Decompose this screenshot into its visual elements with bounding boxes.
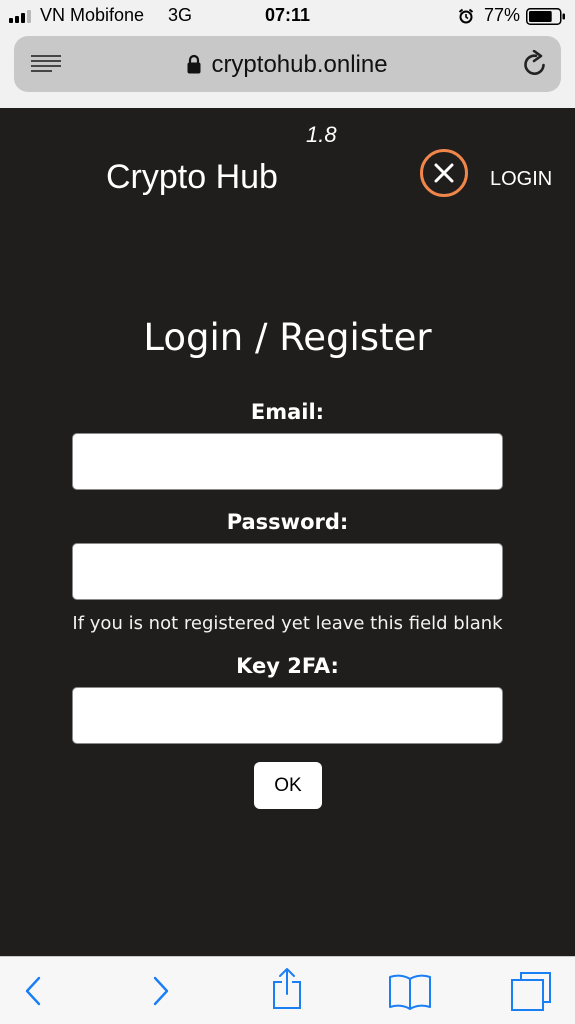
back-icon [25, 976, 41, 1006]
alarm-icon [458, 8, 474, 24]
ok-button[interactable]: OK [254, 762, 322, 809]
email-field[interactable] [72, 433, 503, 490]
tabs-button[interactable] [510, 971, 552, 1011]
password-field[interactable] [72, 543, 503, 600]
page-content: 1.8 Crypto Hub LOGIN Login / Register Em… [0, 108, 575, 956]
close-icon [434, 163, 454, 183]
email-label: Email: [250, 400, 325, 424]
browser-chrome: VN Mobifone 3G 07:11 77% cryptohub.onlin… [0, 0, 575, 108]
tabs-icon [511, 972, 551, 1011]
url-text: cryptohub.online [211, 51, 388, 78]
reload-icon[interactable] [522, 50, 548, 78]
url-display[interactable]: cryptohub.online [14, 51, 561, 79]
battery-icon [526, 8, 565, 25]
browser-toolbar [0, 956, 575, 1024]
share-button[interactable] [270, 967, 304, 1011]
back-button[interactable] [22, 971, 44, 1011]
battery-percent: 77% [484, 5, 521, 25]
password-hint: If you is not registered yet leave this … [72, 613, 503, 634]
form-title: Login / Register [143, 316, 432, 359]
login-nav-link[interactable]: LOGIN [490, 168, 552, 191]
key2fa-field[interactable] [72, 687, 503, 744]
version-label: 1.8 [306, 122, 337, 147]
close-button[interactable] [420, 149, 468, 197]
key2fa-label: Key 2FA: [236, 654, 339, 678]
forward-button[interactable] [150, 971, 172, 1011]
bookmarks-button[interactable] [388, 973, 432, 1011]
lock-icon [187, 54, 201, 74]
status-bar: VN Mobifone 3G 07:11 77% [0, 0, 575, 32]
brand-title: Crypto Hub [106, 158, 278, 196]
bookmarks-icon [389, 974, 431, 1010]
password-label: Password: [226, 510, 349, 534]
share-icon [273, 968, 301, 1009]
address-bar[interactable]: cryptohub.online [14, 36, 561, 92]
forward-icon [153, 976, 169, 1006]
